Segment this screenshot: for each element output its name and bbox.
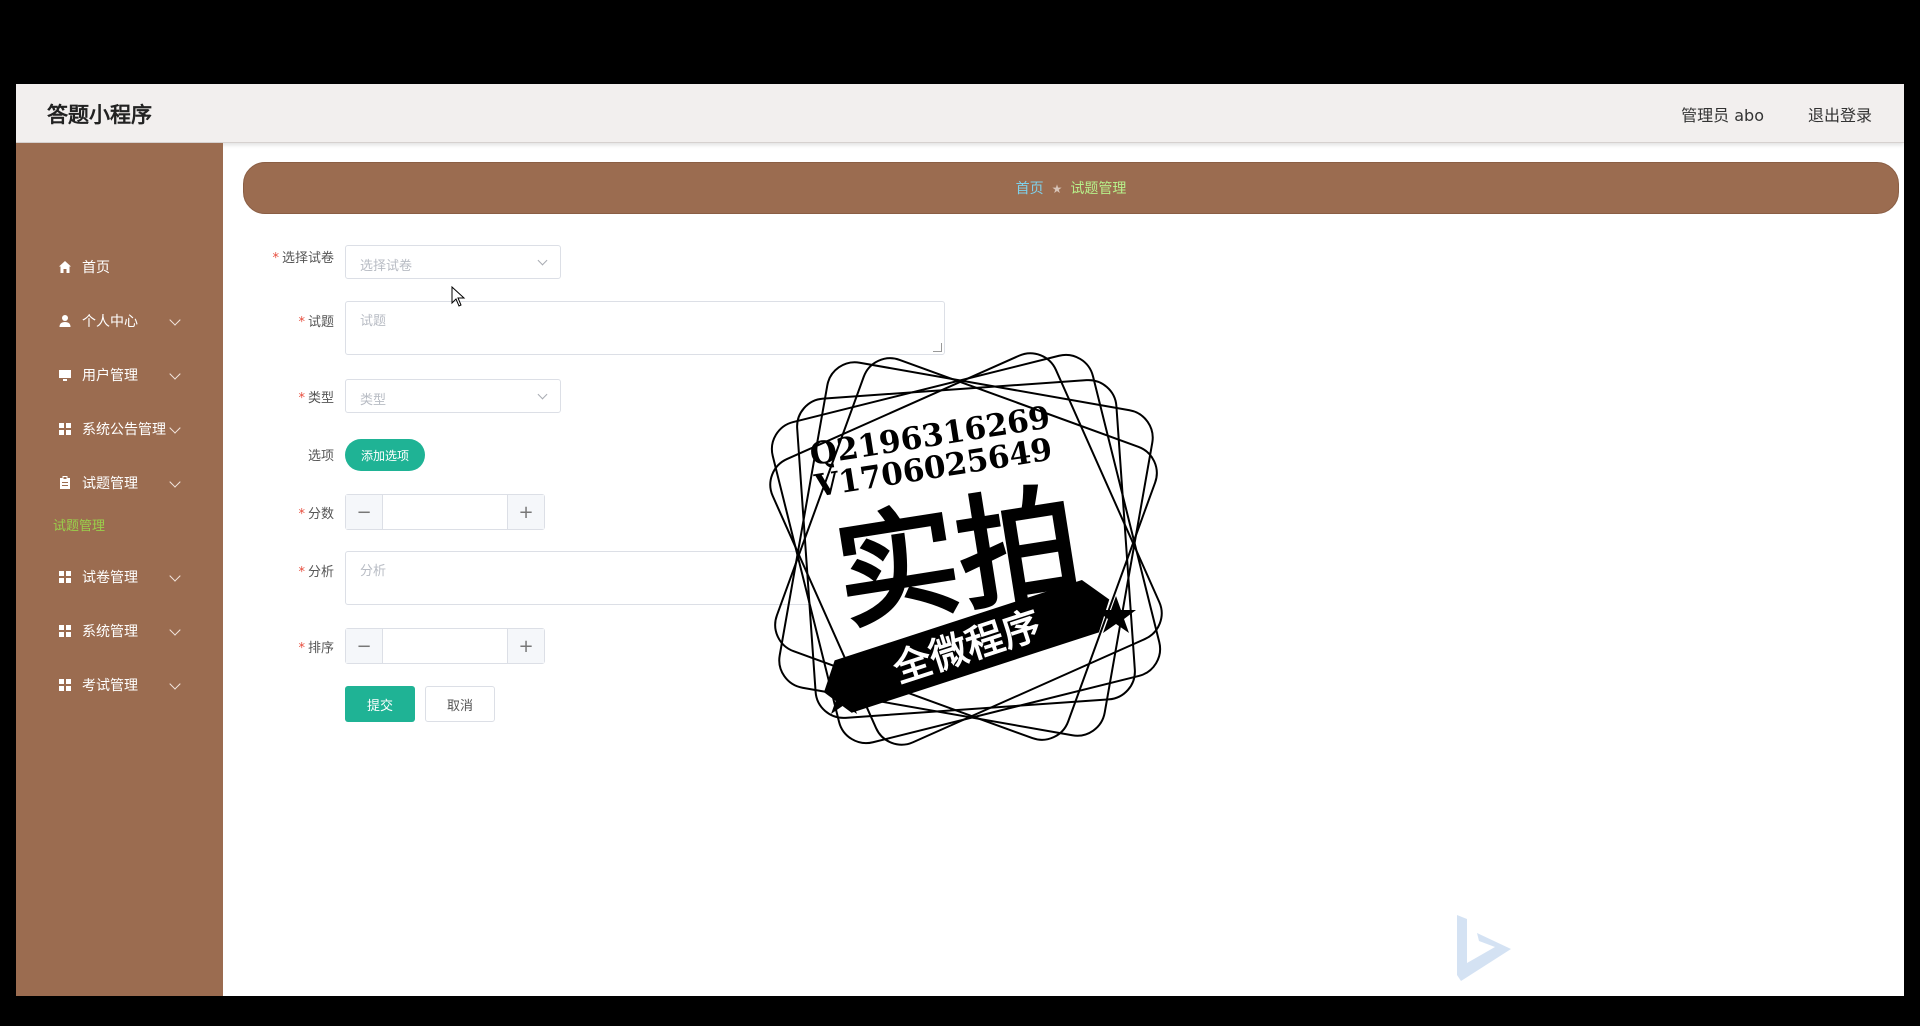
- chevron-down-icon: [537, 389, 548, 400]
- chevron-down-icon: [169, 368, 181, 380]
- monitor-icon: [59, 370, 71, 381]
- top-bar: 答题小程序 管理员 abo 退出登录: [16, 84, 1904, 143]
- breadcrumb-current: 试题管理: [1070, 181, 1127, 197]
- submit-button[interactable]: 提交: [345, 686, 415, 722]
- breadcrumb-home-link[interactable]: 首页: [1016, 181, 1044, 197]
- score-increment-button[interactable]: +: [507, 495, 544, 529]
- score-stepper[interactable]: − +: [345, 494, 545, 530]
- app-window: 答题小程序 管理员 abo 退出登录 首页 个人中心 用户管理 系统公告管理 试…: [16, 84, 1904, 996]
- question-label: * 试题: [298, 315, 334, 330]
- cancel-button[interactable]: 取消: [425, 686, 495, 722]
- grid-icon: [59, 625, 71, 637]
- mouse-cursor-icon: [451, 286, 466, 307]
- analysis-placeholder: 分析: [360, 564, 387, 579]
- score-input[interactable]: [383, 495, 507, 529]
- type-select[interactable]: 类型: [345, 379, 561, 413]
- sidebar-item-label: 考试管理: [82, 678, 138, 694]
- grid-icon: [59, 679, 71, 691]
- options-label: 选项: [307, 449, 334, 464]
- paper-label-row: * 选择试卷: [16, 247, 334, 267]
- clipboard-icon: [60, 476, 70, 489]
- chevron-down-icon: [169, 624, 181, 636]
- admin-label: 管理员 abo: [1681, 106, 1764, 125]
- paper-select-placeholder: 选择试卷: [360, 259, 413, 274]
- chevron-down-icon: [537, 255, 548, 266]
- order-increment-button[interactable]: +: [507, 629, 544, 663]
- logout-link[interactable]: 退出登录: [1808, 102, 1872, 126]
- chevron-down-icon: [169, 678, 181, 690]
- type-label-row: * 类型: [16, 387, 334, 407]
- sidebar-item-label: 系统公告管理: [82, 422, 166, 438]
- chevron-down-icon: [169, 476, 181, 488]
- question-label-row: * 试题: [16, 311, 334, 331]
- grid-icon: [59, 423, 71, 435]
- order-label: * 排序: [298, 641, 334, 656]
- watermark-stamp: Q2196316269 V1706025649 实拍 全微程序: [769, 352, 1163, 746]
- question-placeholder: 试题: [360, 314, 387, 329]
- order-decrement-button[interactable]: −: [346, 629, 383, 663]
- sidebar-item-question-management[interactable]: 试题管理: [16, 463, 223, 503]
- sidebar-item-label: 用户管理: [82, 368, 138, 384]
- order-stepper[interactable]: − +: [345, 628, 545, 664]
- star-separator-icon: ★: [1051, 182, 1063, 196]
- options-label-row: 选项: [16, 445, 334, 465]
- corner-logo-icon: [1457, 915, 1511, 981]
- breadcrumb-bar: 首页 ★ 试题管理: [243, 162, 1899, 214]
- type-select-placeholder: 类型: [360, 393, 387, 408]
- chevron-down-icon: [169, 422, 181, 434]
- analysis-label-row: * 分析: [16, 561, 334, 581]
- paper-select[interactable]: 选择试卷: [345, 245, 561, 279]
- score-label-row: * 分数: [16, 503, 334, 523]
- order-input[interactable]: [383, 629, 507, 663]
- breadcrumb: 首页 ★ 试题管理: [244, 178, 1898, 198]
- type-label: * 类型: [298, 391, 334, 406]
- order-label-row: * 排序: [16, 637, 334, 657]
- app-title: 答题小程序: [47, 103, 152, 127]
- sidebar-item-announcement-management[interactable]: 系统公告管理: [16, 409, 223, 449]
- sidebar-item-label: 试题管理: [82, 476, 138, 492]
- score-label: * 分数: [298, 507, 334, 522]
- sidebar-item-exam-management[interactable]: 考试管理: [16, 665, 223, 705]
- analysis-label: * 分析: [298, 565, 334, 580]
- add-option-button[interactable]: 添加选项: [345, 439, 425, 471]
- score-decrement-button[interactable]: −: [346, 495, 383, 529]
- paper-label: * 选择试卷: [272, 251, 334, 266]
